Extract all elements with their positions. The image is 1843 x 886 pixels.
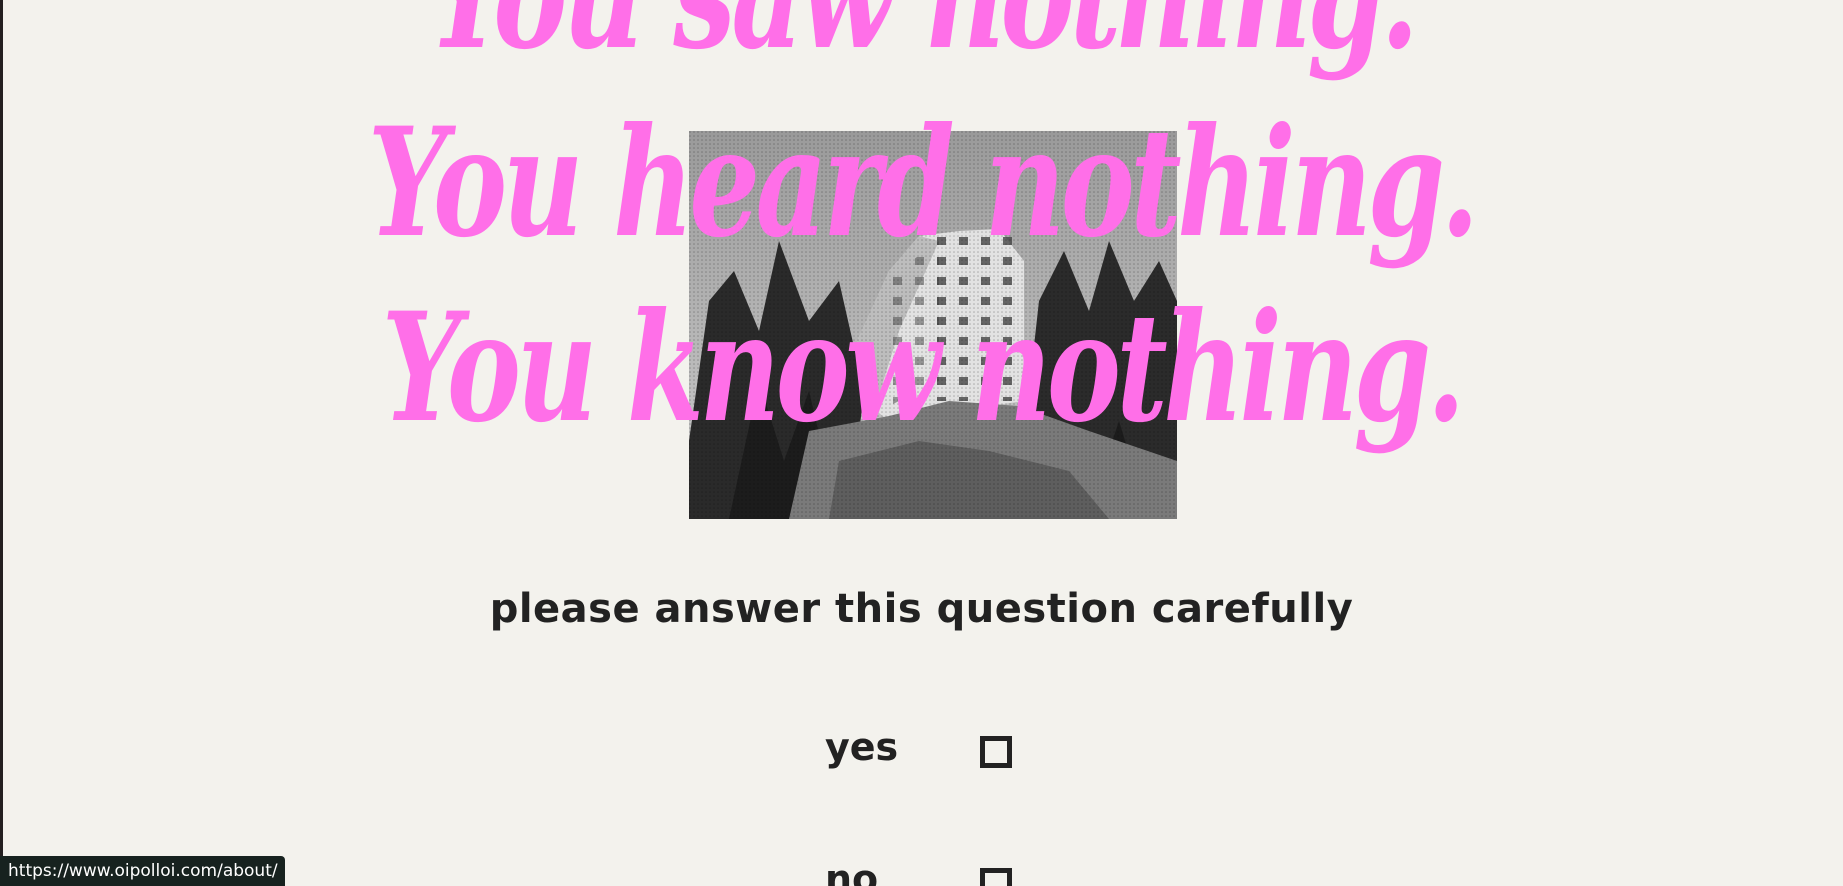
option-no[interactable]: no	[820, 860, 1020, 886]
building-on-cliff-photo	[689, 131, 1177, 519]
headline-line-1: You saw nothing.	[239, 0, 1603, 70]
link-status-url: https://www.oipolloi.com/about/	[0, 856, 285, 886]
option-no-label: no	[825, 857, 879, 886]
option-yes[interactable]: yes	[820, 728, 1020, 778]
question-text: please answer this question carefully	[489, 586, 1354, 632]
yes-checkbox[interactable]	[980, 736, 1012, 768]
option-yes-label: yes	[825, 725, 899, 769]
no-checkbox[interactable]	[980, 868, 1012, 886]
page: You saw nothing. You heard nothing. You …	[0, 0, 1843, 886]
window-edge	[0, 0, 3, 886]
